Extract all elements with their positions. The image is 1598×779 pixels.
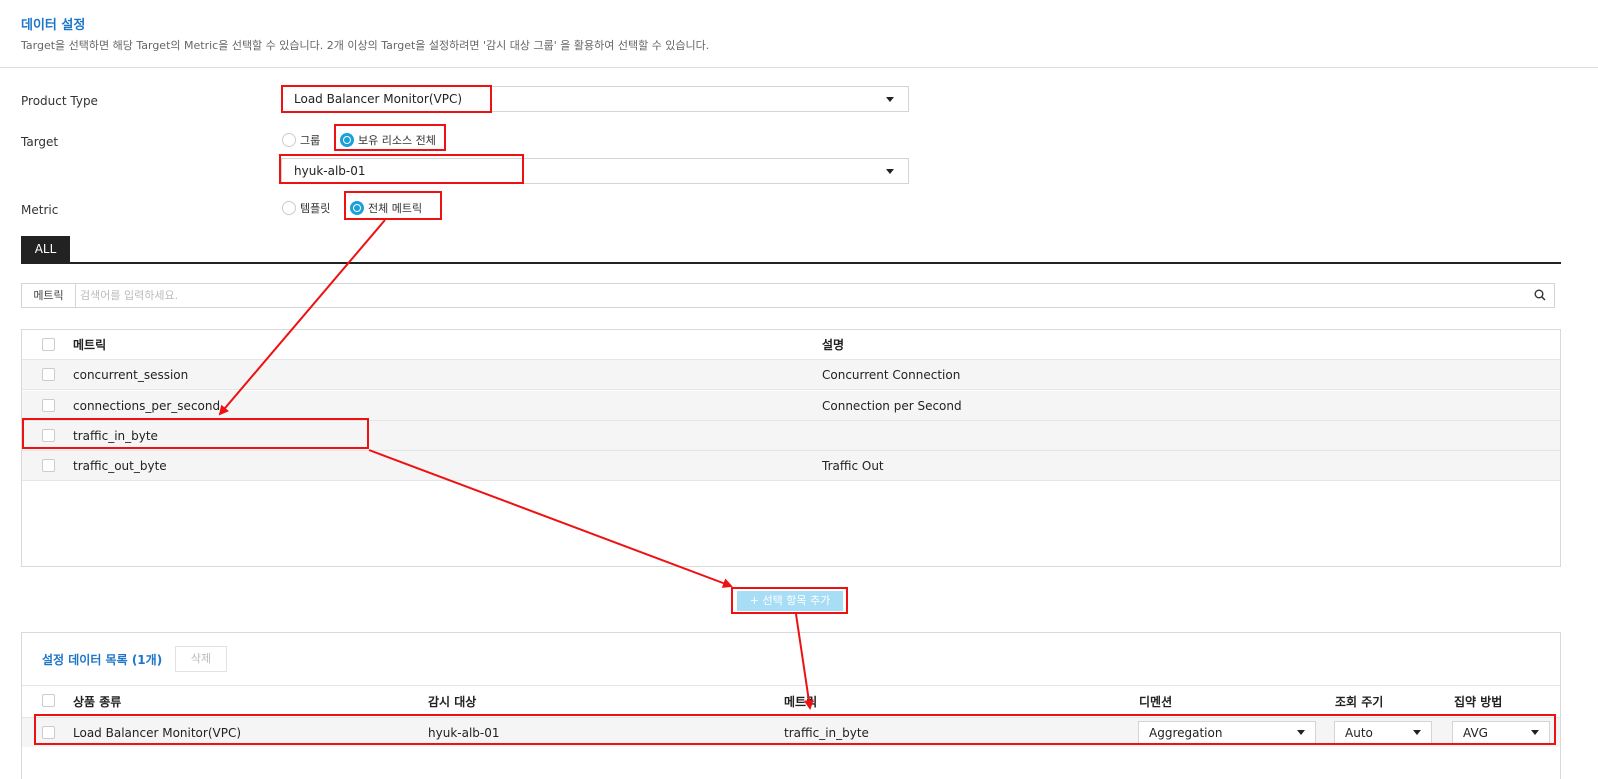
chevron-down-icon — [1531, 730, 1539, 735]
dimension-select[interactable]: Aggregation — [1138, 721, 1316, 745]
table-header: 메트릭 설명 — [22, 330, 1560, 360]
product-type-select[interactable]: Load Balancer Monitor(VPC) — [281, 86, 909, 112]
cell-product: Load Balancer Monitor(VPC) — [73, 726, 242, 740]
header-product: 상품 종류 — [73, 695, 122, 709]
product-type-label: Product Type — [21, 94, 98, 108]
configured-data-list: 설정 데이터 목록 (1개) 삭제 상품 종류 감시 대상 메트릭 디멘션 조회… — [21, 632, 1561, 779]
aggregation-select[interactable]: AVG — [1452, 721, 1550, 745]
cell-desc: Traffic Out — [822, 459, 884, 473]
cell-target: hyuk-alb-01 — [428, 726, 500, 740]
select-all-checkbox[interactable] — [42, 338, 55, 351]
radio-label: 보유 리소스 전체 — [358, 133, 436, 147]
data-settings-page: 데이터 설정 Target을 선택하면 해당 Target의 Metric을 선… — [0, 0, 1598, 779]
metric-search-bar: 메트릭 — [21, 283, 1555, 308]
row-checkbox[interactable] — [42, 368, 55, 381]
search-category-label: 메트릭 — [22, 284, 76, 307]
column-header-metric: 메트릭 — [73, 338, 107, 352]
dimension-value: Aggregation — [1149, 726, 1223, 740]
metric-label: Metric — [21, 203, 59, 217]
target-radio-all[interactable]: 보유 리소스 전체 — [340, 129, 436, 148]
product-type-value: Load Balancer Monitor(VPC) — [294, 92, 463, 106]
table-row[interactable]: concurrent_session Concurrent Connection — [22, 360, 1560, 390]
metric-radio-template[interactable]: 템플릿 — [282, 197, 330, 216]
select-all-checkbox[interactable] — [42, 694, 55, 707]
add-selected-button[interactable]: + 선택 항목 추가 — [737, 591, 843, 611]
cell-desc: Concurrent Connection — [822, 368, 961, 382]
radio-button-selected[interactable] — [340, 132, 354, 147]
section-title: 데이터 설정 — [21, 18, 86, 33]
radio-label: 전체 메트릭 — [368, 201, 423, 215]
list-header: 상품 종류 감시 대상 메트릭 디멘션 조회 주기 집약 방법 — [22, 685, 1560, 717]
header-target: 감시 대상 — [428, 695, 477, 709]
interval-value: Auto — [1345, 726, 1373, 740]
header-metric: 메트릭 — [784, 695, 818, 709]
table-row[interactable]: connections_per_second Connection per Se… — [22, 391, 1560, 421]
cell-metric: concurrent_session — [73, 368, 189, 382]
table-row[interactable]: traffic_out_byte Traffic Out — [22, 451, 1560, 481]
interval-select[interactable]: Auto — [1334, 721, 1432, 745]
list-title: 설정 데이터 목록 (1개) — [42, 653, 163, 667]
tab-all[interactable]: ALL — [21, 236, 70, 263]
search-icon[interactable] — [1534, 289, 1546, 301]
cell-metric: traffic_in_byte — [73, 429, 158, 443]
row-checkbox[interactable] — [42, 429, 55, 442]
radio-button[interactable] — [282, 200, 296, 215]
target-value: hyuk-alb-01 — [294, 164, 366, 178]
target-label: Target — [21, 135, 59, 149]
target-radio-group[interactable]: 그룹 — [282, 129, 320, 148]
aggregation-value: AVG — [1463, 726, 1488, 740]
tab-underline — [21, 262, 1561, 264]
radio-label: 템플릿 — [300, 201, 331, 215]
metric-table: 메트릭 설명 concurrent_session Concurrent Con… — [21, 329, 1561, 567]
row-checkbox[interactable] — [42, 399, 55, 412]
row-checkbox[interactable] — [42, 726, 55, 739]
chevron-down-icon — [886, 169, 894, 174]
target-select[interactable]: hyuk-alb-01 — [281, 158, 909, 184]
column-header-desc: 설명 — [822, 338, 845, 352]
cell-metric: traffic_in_byte — [784, 726, 869, 740]
header-aggregation: 집약 방법 — [1454, 695, 1503, 709]
row-checkbox[interactable] — [42, 459, 55, 472]
cell-metric: traffic_out_byte — [73, 459, 167, 473]
table-row[interactable]: traffic_in_byte — [22, 421, 1560, 451]
cell-desc: Connection per Second — [822, 399, 962, 413]
list-item[interactable]: Load Balancer Monitor(VPC) hyuk-alb-01 t… — [22, 717, 1560, 747]
metric-radio-all[interactable]: 전체 메트릭 — [350, 197, 422, 216]
delete-button[interactable]: 삭제 — [175, 646, 227, 672]
radio-label: 그룹 — [300, 133, 321, 147]
radio-button-selected[interactable] — [350, 200, 364, 215]
header-interval: 조회 주기 — [1335, 695, 1384, 709]
radio-button[interactable] — [282, 132, 296, 147]
chevron-down-icon — [886, 97, 894, 102]
search-input[interactable] — [80, 286, 1520, 305]
cell-metric: connections_per_second — [73, 399, 221, 413]
chevron-down-icon — [1297, 730, 1305, 735]
header-dimension: 디멘션 — [1139, 695, 1173, 709]
divider — [0, 67, 1598, 68]
chevron-down-icon — [1413, 730, 1421, 735]
section-description: Target을 선택하면 해당 Target의 Metric을 선택할 수 있습… — [21, 39, 710, 52]
